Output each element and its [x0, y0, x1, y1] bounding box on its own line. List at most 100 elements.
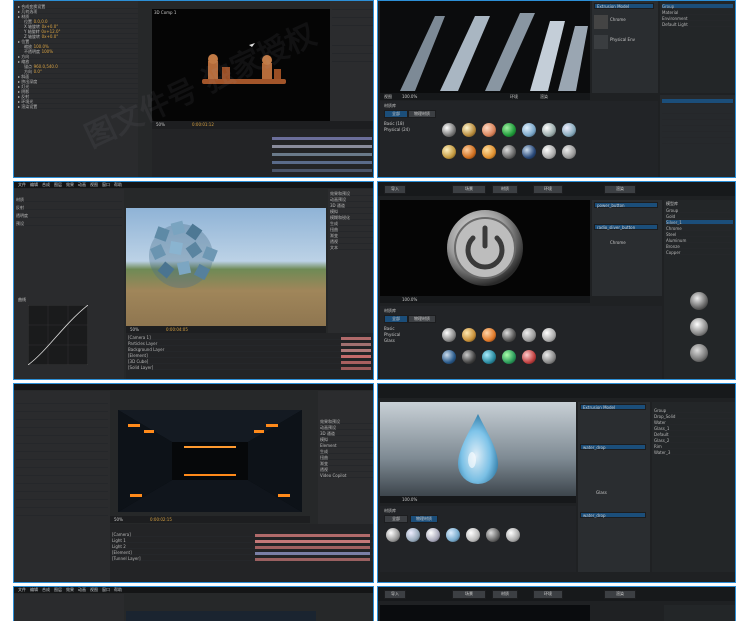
material-swatch[interactable]	[482, 328, 496, 342]
layer-row[interactable]: [Solid Layer]	[128, 365, 373, 370]
comp-viewer[interactable]	[126, 611, 316, 621]
scene-item[interactable]: Extrusion Model	[594, 3, 654, 9]
menu-item[interactable]: 效果	[66, 182, 74, 188]
curves-graph[interactable]	[28, 305, 88, 365]
menu-item[interactable]: 合成	[42, 182, 50, 188]
model-thumb[interactable]	[594, 15, 608, 29]
menu-item[interactable]: 视图	[90, 587, 98, 593]
toolbar-button[interactable]: 导入	[384, 185, 406, 194]
material-folder[interactable]: Basic	[384, 326, 395, 331]
material-swatch[interactable]	[406, 528, 420, 542]
toolbar-button[interactable]: 环境	[533, 185, 563, 194]
tree-item[interactable]: Water	[654, 420, 733, 425]
menu-item[interactable]: 帮助	[114, 587, 122, 593]
material-swatch[interactable]	[442, 350, 456, 364]
tree-item[interactable]: Glass_1	[654, 426, 733, 431]
material-swatch[interactable]	[462, 145, 476, 159]
tree-item[interactable]: Default Light	[662, 22, 733, 27]
tree-item[interactable]: Gold	[666, 214, 733, 219]
toolbar-button[interactable]: 材质	[492, 590, 518, 599]
tree-item[interactable]: Water_3	[654, 450, 733, 455]
scene-item[interactable]: power_button	[594, 202, 658, 208]
material-folder[interactable]: Physical (24)	[384, 127, 410, 132]
comp-viewer[interactable]: 3D Comp 1	[152, 9, 330, 121]
e3d-viewport[interactable]	[380, 200, 590, 296]
material-swatch[interactable]	[426, 528, 440, 542]
menu-item[interactable]: 动画	[78, 182, 86, 188]
material-swatch[interactable]	[506, 528, 520, 542]
e3d-viewport[interactable]	[380, 605, 590, 621]
tree-item[interactable]: Group	[654, 408, 733, 413]
model-thumb[interactable]	[594, 35, 608, 49]
menu-item[interactable]: 图层	[54, 587, 62, 593]
timecode[interactable]: 0:00:02:15	[150, 517, 172, 522]
tree-item[interactable]: Group	[666, 208, 733, 213]
menu-item[interactable]: 帮助	[114, 182, 122, 188]
material-swatch[interactable]	[522, 123, 536, 137]
tree-item[interactable]: Group	[662, 4, 733, 9]
zoom-level[interactable]: 50%	[130, 327, 139, 332]
tree-item[interactable]: Steel	[666, 232, 733, 237]
e3d-viewport[interactable]	[380, 1, 590, 93]
material-tab[interactable]: 物理材质	[410, 515, 438, 523]
tree-row[interactable]: ▸ 渲染设置	[18, 104, 138, 109]
tree-item[interactable]: Chrome	[666, 226, 733, 231]
material-swatch[interactable]	[502, 350, 516, 364]
e3d-viewport[interactable]	[380, 402, 576, 496]
material-tab[interactable]: 物理材质	[408, 110, 436, 118]
menu-item[interactable]: 文件	[18, 182, 26, 188]
material-swatch[interactable]	[462, 123, 476, 137]
timecode[interactable]: 0:00:04:05	[166, 327, 188, 332]
zoom-level[interactable]: 100.0%	[402, 497, 417, 502]
menu-item[interactable]: 窗口	[102, 587, 110, 593]
tree-item[interactable]: Material	[662, 10, 733, 15]
bottom-label[interactable]: 视图	[384, 94, 392, 100]
scene-item[interactable]: Extrusion Model	[580, 404, 646, 410]
material-swatch[interactable]	[486, 528, 500, 542]
scene-item[interactable]: radio_sliver_button	[594, 224, 658, 230]
material-swatch[interactable]	[446, 528, 460, 542]
menu-item[interactable]: 文件	[18, 587, 26, 593]
material-swatch[interactable]	[482, 123, 496, 137]
tree-item[interactable]: Copper	[666, 250, 733, 255]
material-swatch[interactable]	[386, 528, 400, 542]
material-swatch[interactable]	[442, 328, 456, 342]
material-swatch[interactable]	[542, 123, 556, 137]
toolbar-button[interactable]: 场景	[452, 185, 486, 194]
material-tab[interactable]: 全部	[384, 515, 408, 523]
layer-row[interactable]: Background Layer	[128, 347, 373, 352]
tree-item[interactable]: Glass_2	[654, 438, 733, 443]
menu-item[interactable]: 效果	[66, 587, 74, 593]
menu-item[interactable]: 编辑	[30, 182, 38, 188]
tree-item[interactable]: Bronze	[666, 244, 733, 249]
zoom-level[interactable]: 50%	[156, 122, 165, 127]
material-swatch[interactable]	[522, 328, 536, 342]
zoom-level[interactable]: 50%	[114, 517, 123, 522]
tree-item[interactable]: Default	[654, 432, 733, 437]
material-folder[interactable]: Basic (18)	[384, 121, 404, 126]
material-swatch[interactable]	[542, 145, 556, 159]
material-swatch[interactable]	[542, 328, 556, 342]
material-swatch[interactable]	[442, 145, 456, 159]
tree-item[interactable]: Environment	[662, 16, 733, 21]
material-swatch[interactable]	[482, 145, 496, 159]
menu-item[interactable]: 视图	[90, 182, 98, 188]
material-swatch[interactable]	[562, 123, 576, 137]
material-folder[interactable]: Glass	[384, 338, 395, 343]
material-tab[interactable]: 全部	[384, 110, 408, 118]
material-swatch[interactable]	[502, 123, 516, 137]
material-tab[interactable]: 全部	[384, 315, 408, 323]
material-swatch[interactable]	[462, 328, 476, 342]
bottom-label[interactable]: 环境	[510, 94, 518, 100]
layer-row[interactable]: [Camera 1]	[128, 335, 373, 340]
toolbar-button[interactable]: 渲染	[604, 590, 636, 599]
tree-item[interactable]: Drop_Solid	[654, 414, 733, 419]
model-preview[interactable]	[690, 344, 708, 362]
menu-item[interactable]: 窗口	[102, 182, 110, 188]
material-swatch[interactable]	[502, 328, 516, 342]
toolbar-button[interactable]: 材质	[492, 185, 518, 194]
toolbar-button[interactable]: 场景	[452, 590, 486, 599]
menu-item[interactable]: 编辑	[30, 587, 38, 593]
tree-item[interactable]: Rim	[654, 444, 733, 449]
menu-item[interactable]: 图层	[54, 182, 62, 188]
